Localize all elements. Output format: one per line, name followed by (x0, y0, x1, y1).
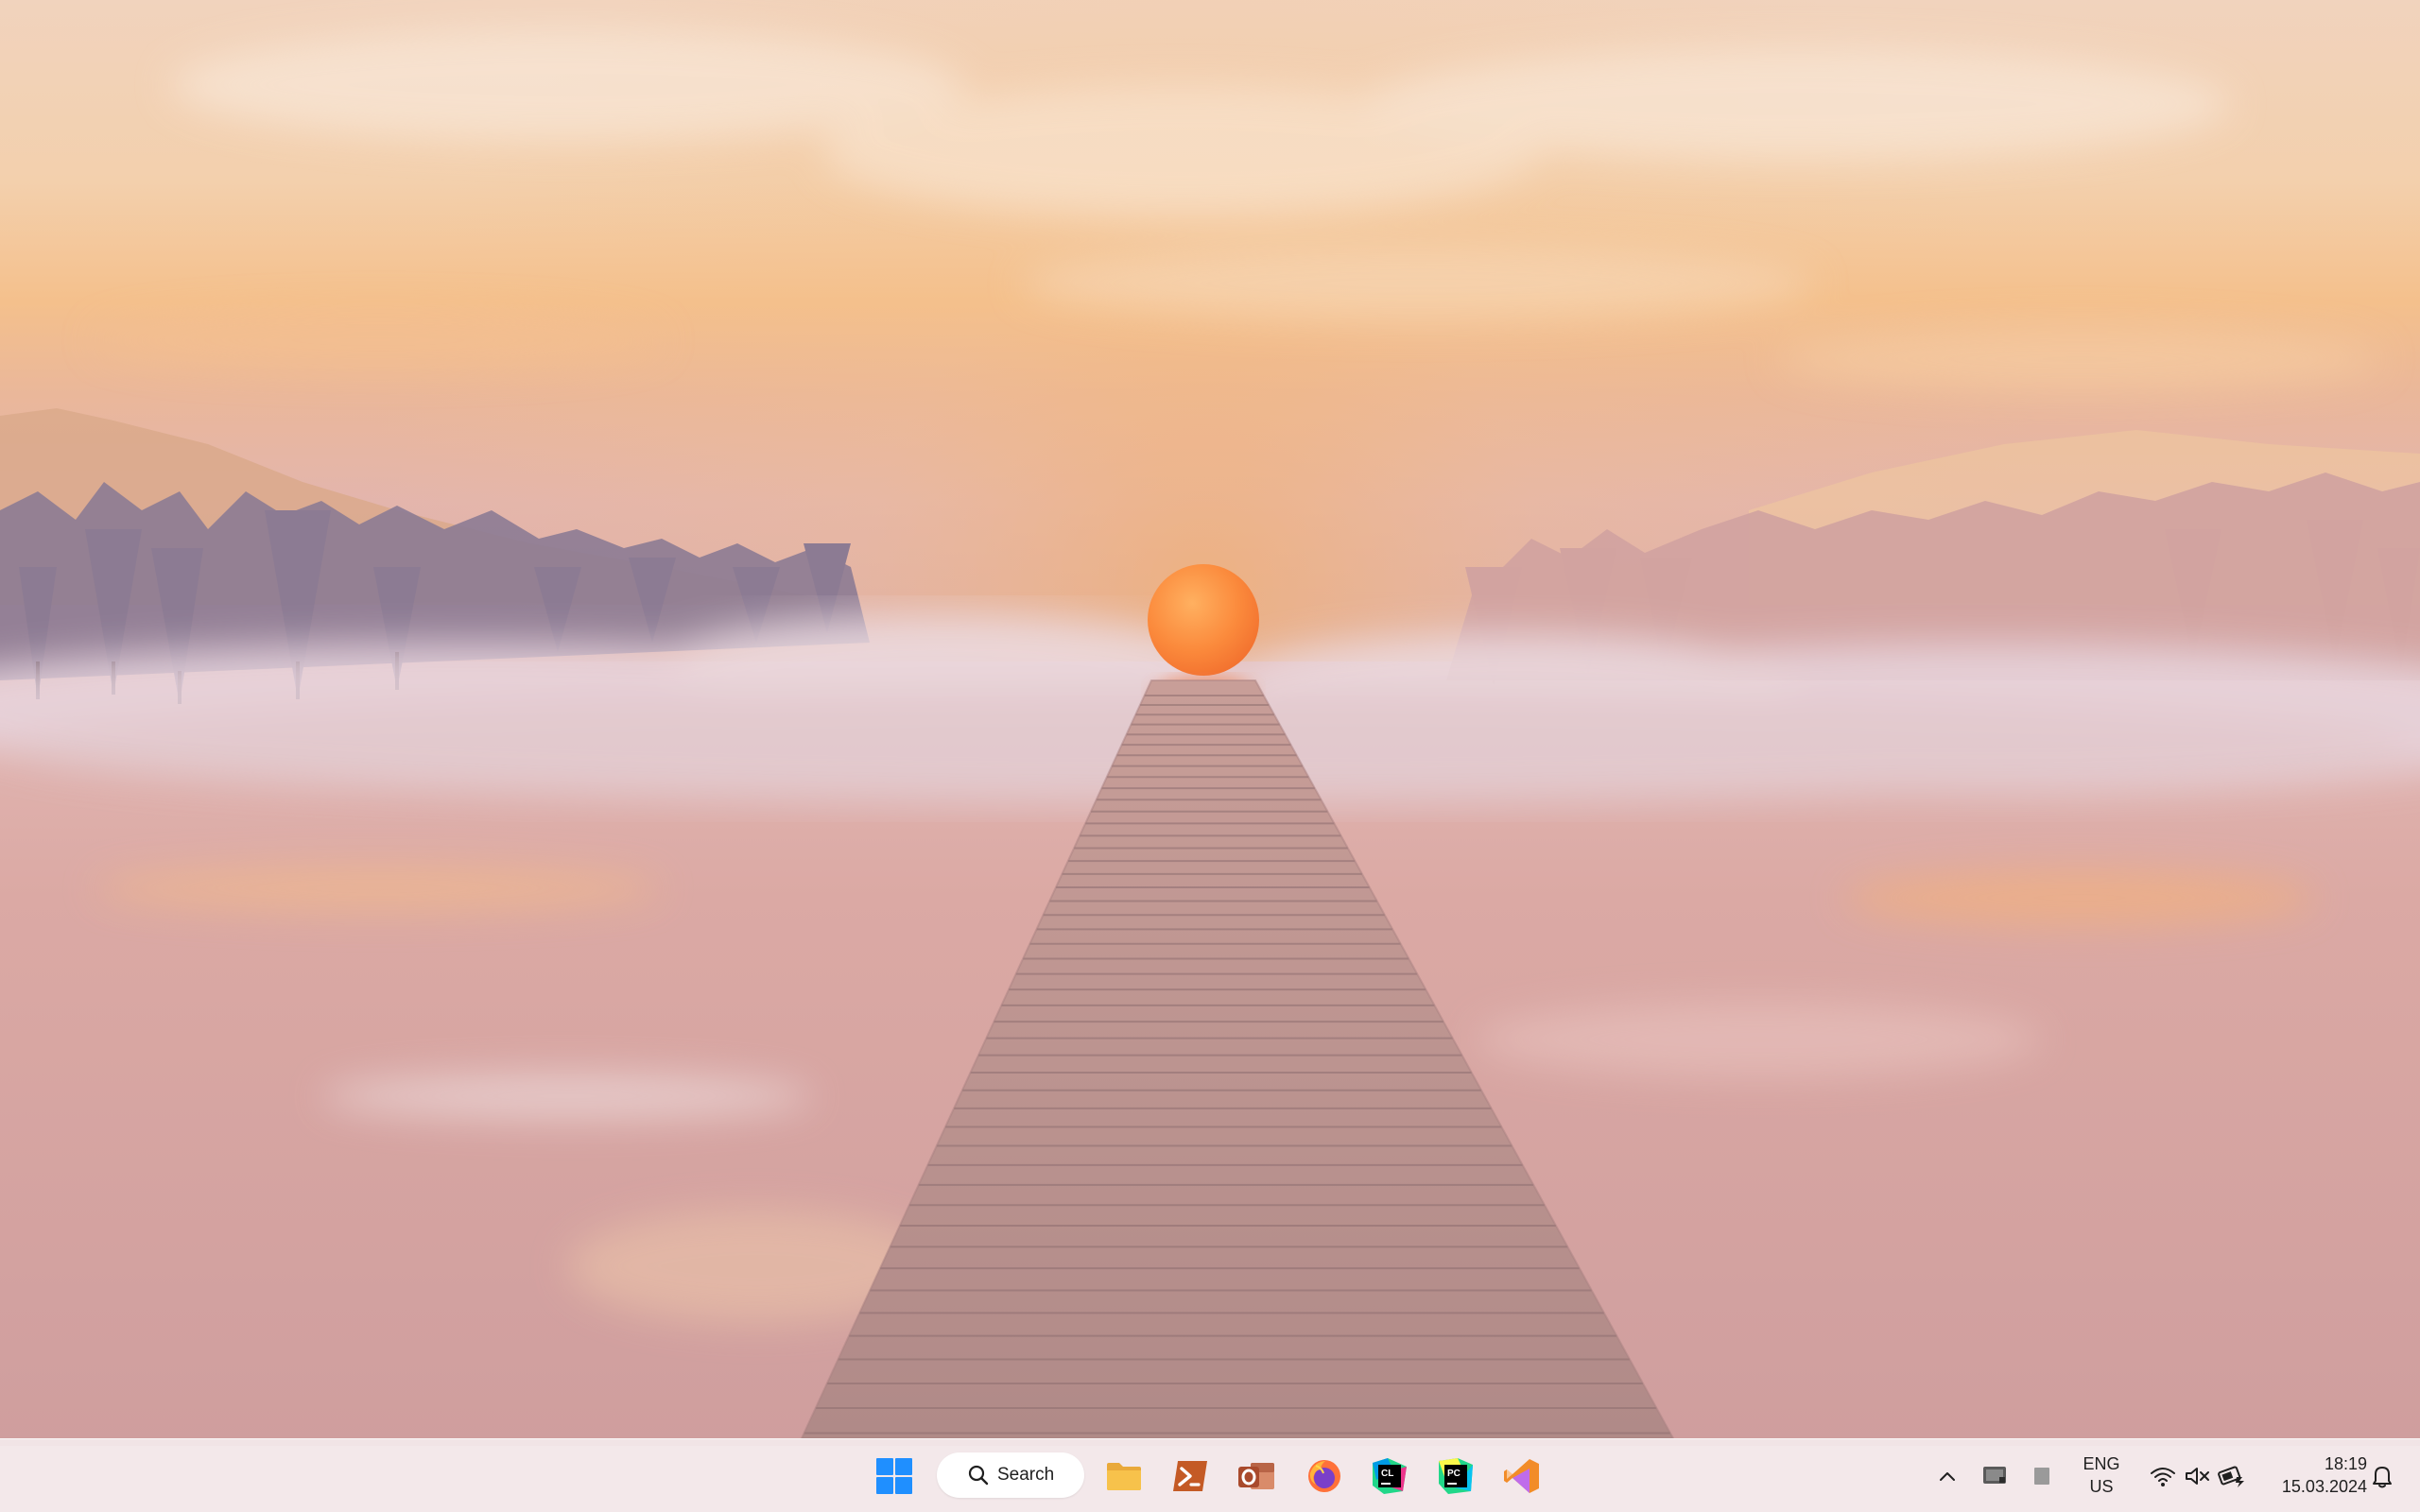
volume-muted-icon (2186, 1468, 2209, 1485)
input-language-indicator[interactable]: ENG US (2070, 1452, 2133, 1500)
taskbar: Search CL PC ENG US 18:19 15.03.2024 (0, 1438, 2420, 1512)
bell-icon (2373, 1467, 2392, 1488)
language-code: ENG (2083, 1454, 2120, 1473)
terminal-icon (1173, 1461, 1207, 1491)
taskbar-app-outlook[interactable] (1230, 1450, 1283, 1503)
search-icon (968, 1465, 989, 1486)
taskbar-app-clion[interactable]: CL (1363, 1450, 1416, 1503)
pycharm-badge: PC (1447, 1469, 1461, 1479)
battery-charging-icon (2218, 1466, 2244, 1487)
search-label: Search (997, 1465, 1055, 1485)
desktop-wallpaper (0, 0, 2420, 1446)
chevron-up-icon (1940, 1472, 1955, 1481)
display-app-icon (1983, 1467, 2006, 1484)
language-region: US (2089, 1477, 2114, 1496)
start-button[interactable] (868, 1450, 921, 1503)
clock[interactable]: 18:19 15.03.2024 (2254, 1452, 2367, 1500)
quick-settings-button[interactable] (2142, 1458, 2254, 1494)
sun (1148, 564, 1259, 676)
pycharm-icon: PC (1439, 1458, 1473, 1494)
wifi-icon (2151, 1468, 2175, 1486)
taskbar-app-firefox[interactable] (1298, 1450, 1351, 1503)
search-box[interactable]: Search (937, 1452, 1084, 1498)
taskbar-app-file-explorer[interactable] (1098, 1450, 1150, 1503)
visual-studio-icon (1504, 1459, 1539, 1493)
folder-icon (1107, 1463, 1141, 1490)
app-tile-icon (2034, 1468, 2049, 1485)
taskbar-app-powershell[interactable] (1164, 1450, 1217, 1503)
clock-time: 18:19 (2324, 1454, 2367, 1473)
clock-date: 15.03.2024 (2281, 1477, 2367, 1496)
tray-app-monitor[interactable] (1979, 1460, 2010, 1492)
outlook-icon (1238, 1463, 1274, 1489)
desktop: Search CL PC ENG US 18:19 15.03.2024 (0, 0, 2420, 1512)
clion-icon: CL (1373, 1458, 1407, 1494)
tray-overflow-button[interactable] (1932, 1460, 1962, 1492)
windows-logo-icon (876, 1458, 912, 1494)
notifications-button[interactable] (2363, 1458, 2401, 1494)
taskbar-app-visual-studio[interactable] (1495, 1450, 1548, 1503)
taskbar-app-pycharm[interactable]: PC (1429, 1450, 1482, 1503)
tray-app-square[interactable] (2027, 1460, 2057, 1492)
clion-badge: CL (1381, 1469, 1393, 1479)
firefox-icon (1308, 1460, 1340, 1492)
